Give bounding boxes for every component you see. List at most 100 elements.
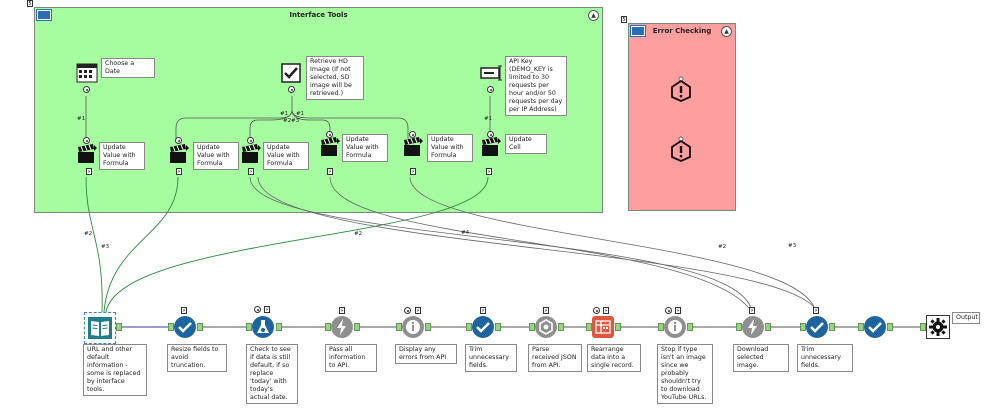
book-icon [88,317,112,339]
info-icon [668,320,682,334]
update-value-tool[interactable] [402,136,424,158]
lightning-icon [337,319,346,335]
input-anchor[interactable] [254,306,261,313]
wire-label: #1 [296,111,305,117]
select-tool[interactable] [806,316,828,338]
gear-hex-icon [539,319,553,335]
select-tool[interactable] [864,316,886,338]
tool-annotation: Retrieve HD Image (If not selected, SD i… [306,56,364,100]
clapperboard-icon [242,144,261,163]
output-connector[interactable] [687,323,693,331]
update-value-tool[interactable] [240,143,262,165]
tool-annotation: API Key (DEMO_KEY is limited to 30 reque… [505,56,567,116]
date-tool[interactable] [76,62,98,84]
cross-tab-tool[interactable] [592,316,614,338]
lightning-icon: ⚡ [339,307,345,314]
output-connector[interactable] [887,323,893,331]
lightning-icon: ⚡ [181,307,187,314]
clapperboard-icon [321,137,340,156]
output-connector[interactable] [354,323,360,331]
select-tool[interactable] [472,316,494,338]
output-connector[interactable] [276,323,282,331]
select-tool[interactable] [174,316,196,338]
json-parse-tool[interactable] [535,316,557,338]
tool-annotation: Check to see if data is still default, i… [246,344,298,404]
input-anchor[interactable] [175,137,182,144]
output-connector[interactable] [197,323,203,331]
lightning-icon [748,319,757,335]
lightning-icon: ⚡ [749,307,755,314]
tool-annotation: Choose a Date [101,58,155,78]
output-connector[interactable] [495,323,501,331]
output-anchor[interactable] [83,86,90,93]
output-connector[interactable] [765,323,771,331]
update-cell-tool[interactable] [480,136,502,158]
error-message-tool[interactable] [670,136,692,162]
output-connector[interactable] [615,323,621,331]
textbox-tool[interactable] [480,62,502,84]
output-connector[interactable] [829,323,835,331]
input-anchor[interactable] [326,131,333,138]
input-anchor[interactable] [487,131,494,138]
update-value-tool[interactable] [319,136,341,158]
tool-annotation: Display any errors from API [395,344,457,364]
checkmark-icon [178,322,192,333]
checkbox-tool[interactable] [280,62,302,84]
calendar-icon [76,63,98,83]
wire-label: #1 [484,116,493,122]
update-value-tool[interactable] [168,143,190,165]
wire-label: #2 [718,244,727,250]
tool-annotation: Pass all information to API. [325,344,377,372]
tool-annotation: Update Value with Formula [193,142,239,170]
output-anchor[interactable] [487,86,494,93]
checkmark-icon [810,322,824,333]
text-input-tool[interactable] [84,312,116,344]
input-anchor[interactable] [83,137,90,144]
input-anchor[interactable] [247,137,254,144]
output-anchor[interactable] [288,86,295,93]
tool-annotation: Update Value with Formula [263,142,309,170]
macro-output-tool[interactable] [926,315,950,339]
exclamation-icon [671,76,691,102]
flask-icon [257,320,269,333]
lightning-icon: ⚡ [415,307,421,314]
lightning-icon: ⚡ [248,168,254,175]
tool-annotation: Stop if type isn't an image since we pro… [657,344,713,404]
lightning-icon: ⚡ [86,168,92,175]
tool-annotation: Update Value with Formula [99,142,145,170]
wire-label: #2 [84,231,93,237]
clapperboard-icon [170,144,189,163]
update-value-tool[interactable] [76,143,98,165]
message-tool[interactable] [402,316,424,338]
input-anchor[interactable] [409,131,416,138]
lightning-icon: ⚡ [327,168,333,175]
tool-annotation: Trim unnecessary fields. [465,344,517,372]
message-tool[interactable] [664,316,686,338]
input-anchor[interactable] [665,307,672,314]
textbox-icon [480,65,502,81]
wire-label: #1 [77,116,86,122]
error-message-tool[interactable] [670,76,692,102]
download-tool[interactable] [331,316,353,338]
checkbox-icon [281,63,301,83]
input-anchor[interactable] [593,307,600,314]
lightning-icon: ⚡ [675,307,681,314]
lightning-icon: ⚡ [813,307,819,314]
download-tool[interactable] [742,316,764,338]
output-connector[interactable] [425,323,431,331]
checkmark-icon [868,322,882,333]
checkmark-icon [476,322,490,333]
output-connector[interactable] [116,323,122,331]
lightning-icon: ⚡ [176,168,182,175]
tool-annotation: Rearrange data into a single record. [587,344,641,372]
formula-tool[interactable] [252,316,274,338]
input-anchor[interactable] [404,307,411,314]
tool-annotation: URL and other default information - some… [83,344,147,396]
output-connector[interactable] [558,323,564,331]
tool-annotation: Trim unnecessary fields. [797,344,853,372]
info-icon [406,320,420,334]
lightning-icon: ⚡ [603,307,609,314]
wire-label: #3 [291,118,300,124]
wire-label: #2 [354,231,363,237]
wire-label: #3 [788,243,797,249]
